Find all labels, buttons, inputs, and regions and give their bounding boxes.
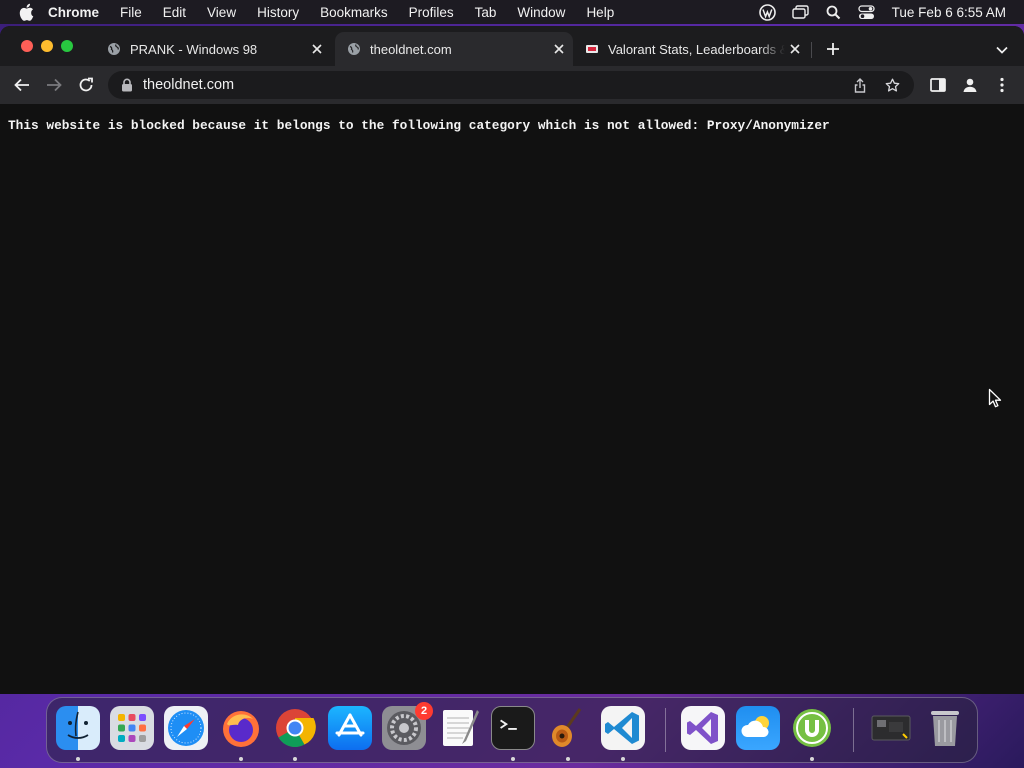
running-indicator	[511, 757, 515, 761]
menu-edit[interactable]: Edit	[163, 5, 186, 20]
control-center-icon[interactable]	[858, 3, 876, 21]
menu-profiles[interactable]: Profiles	[409, 5, 454, 20]
running-indicator	[76, 757, 80, 761]
lock-icon[interactable]	[121, 78, 133, 92]
finder-icon[interactable]	[56, 706, 100, 750]
menu-tab[interactable]: Tab	[475, 5, 497, 20]
running-indicator	[293, 757, 297, 761]
tab-close-icon[interactable]	[307, 39, 327, 59]
tab-valorant-stats[interactable]: Valorant Stats, Leaderboards &	[573, 32, 809, 66]
menu-bookmarks[interactable]: Bookmarks	[320, 5, 388, 20]
garageband-icon[interactable]	[546, 706, 590, 750]
menu-bar: Chrome File Edit View History Bookmarks …	[0, 0, 1024, 24]
tab-close-icon[interactable]	[549, 39, 569, 59]
tab-separator	[811, 42, 812, 58]
notification-badge: 2	[415, 702, 433, 720]
address-bar[interactable]: theoldnet.com	[108, 71, 914, 99]
utorrent-icon[interactable]	[790, 706, 834, 750]
menu-help[interactable]: Help	[586, 5, 614, 20]
menu-window[interactable]: Window	[517, 5, 565, 20]
dock-separator	[665, 708, 666, 752]
tab-search-chevron-icon[interactable]	[992, 40, 1012, 60]
more-menu-icon[interactable]	[990, 73, 1014, 97]
spotlight-search-icon[interactable]	[825, 3, 843, 21]
tab-theoldnet[interactable]: theoldnet.com	[335, 32, 573, 66]
menu-app-name[interactable]: Chrome	[48, 5, 99, 20]
visual-studio-icon[interactable]	[681, 706, 725, 750]
running-indicator	[566, 757, 570, 761]
tab-close-icon[interactable]	[785, 39, 805, 59]
dock: 2	[46, 697, 978, 763]
forward-arrow-icon[interactable]	[42, 73, 66, 97]
bookmark-star-icon[interactable]	[882, 75, 902, 95]
terminal-icon[interactable]	[491, 706, 535, 750]
share-icon[interactable]	[850, 75, 870, 95]
globe-icon	[108, 43, 120, 55]
app-store-icon[interactable]	[328, 706, 372, 750]
tab-strip: PRANK - Windows 98 theoldnet.com Valoran…	[0, 26, 1024, 66]
tab-prank-windows-98[interactable]: PRANK - Windows 98	[95, 32, 331, 66]
tab-title: PRANK - Windows 98	[130, 41, 258, 57]
side-panel-icon[interactable]	[926, 73, 950, 97]
firefox-icon[interactable]	[219, 706, 263, 750]
browser-toolbar: theoldnet.com	[0, 66, 1024, 104]
vscode-icon[interactable]	[601, 706, 645, 750]
window-zoom-button[interactable]	[61, 40, 73, 52]
page-content: This website is blocked because it belon…	[0, 104, 1024, 694]
status-area: Tue Feb 6 6:55 AM	[744, 0, 1024, 24]
tracker-icon	[586, 45, 598, 53]
menu-history[interactable]: History	[257, 5, 299, 20]
new-tab-button[interactable]	[822, 38, 844, 60]
chrome-icon[interactable]	[273, 706, 317, 750]
dock-separator	[853, 708, 854, 752]
menu-view[interactable]: View	[207, 5, 236, 20]
tab-title: Valorant Stats, Leaderboards &	[608, 41, 785, 57]
running-indicator	[810, 757, 814, 761]
apple-menu-icon[interactable]	[18, 3, 34, 21]
screenshot-icon[interactable]	[869, 706, 913, 750]
textedit-icon[interactable]	[437, 706, 481, 750]
running-indicator	[239, 757, 243, 761]
trash-icon[interactable]	[923, 706, 967, 750]
address-bar-url[interactable]: theoldnet.com	[143, 77, 850, 93]
back-arrow-icon[interactable]	[10, 73, 34, 97]
menubar-clock[interactable]: Tue Feb 6 6:55 AM	[892, 5, 1006, 20]
window-minimize-button[interactable]	[41, 40, 53, 52]
window-close-button[interactable]	[21, 40, 33, 52]
wordpress-icon[interactable]	[759, 3, 777, 21]
profile-avatar-icon[interactable]	[958, 73, 982, 97]
mouse-cursor-icon	[988, 388, 1002, 408]
menu-file[interactable]: File	[120, 5, 142, 20]
tab-title: theoldnet.com	[370, 41, 452, 57]
globe-icon	[348, 43, 360, 55]
screen-mirroring-icon[interactable]	[792, 3, 810, 21]
browser-window: PRANK - Windows 98 theoldnet.com Valoran…	[0, 26, 1024, 694]
safari-icon[interactable]	[164, 706, 208, 750]
running-indicator	[621, 757, 625, 761]
launchpad-icon[interactable]	[110, 706, 154, 750]
blocked-message: This website is blocked because it belon…	[8, 118, 830, 133]
reload-icon[interactable]	[74, 73, 98, 97]
weather-icon[interactable]	[736, 706, 780, 750]
